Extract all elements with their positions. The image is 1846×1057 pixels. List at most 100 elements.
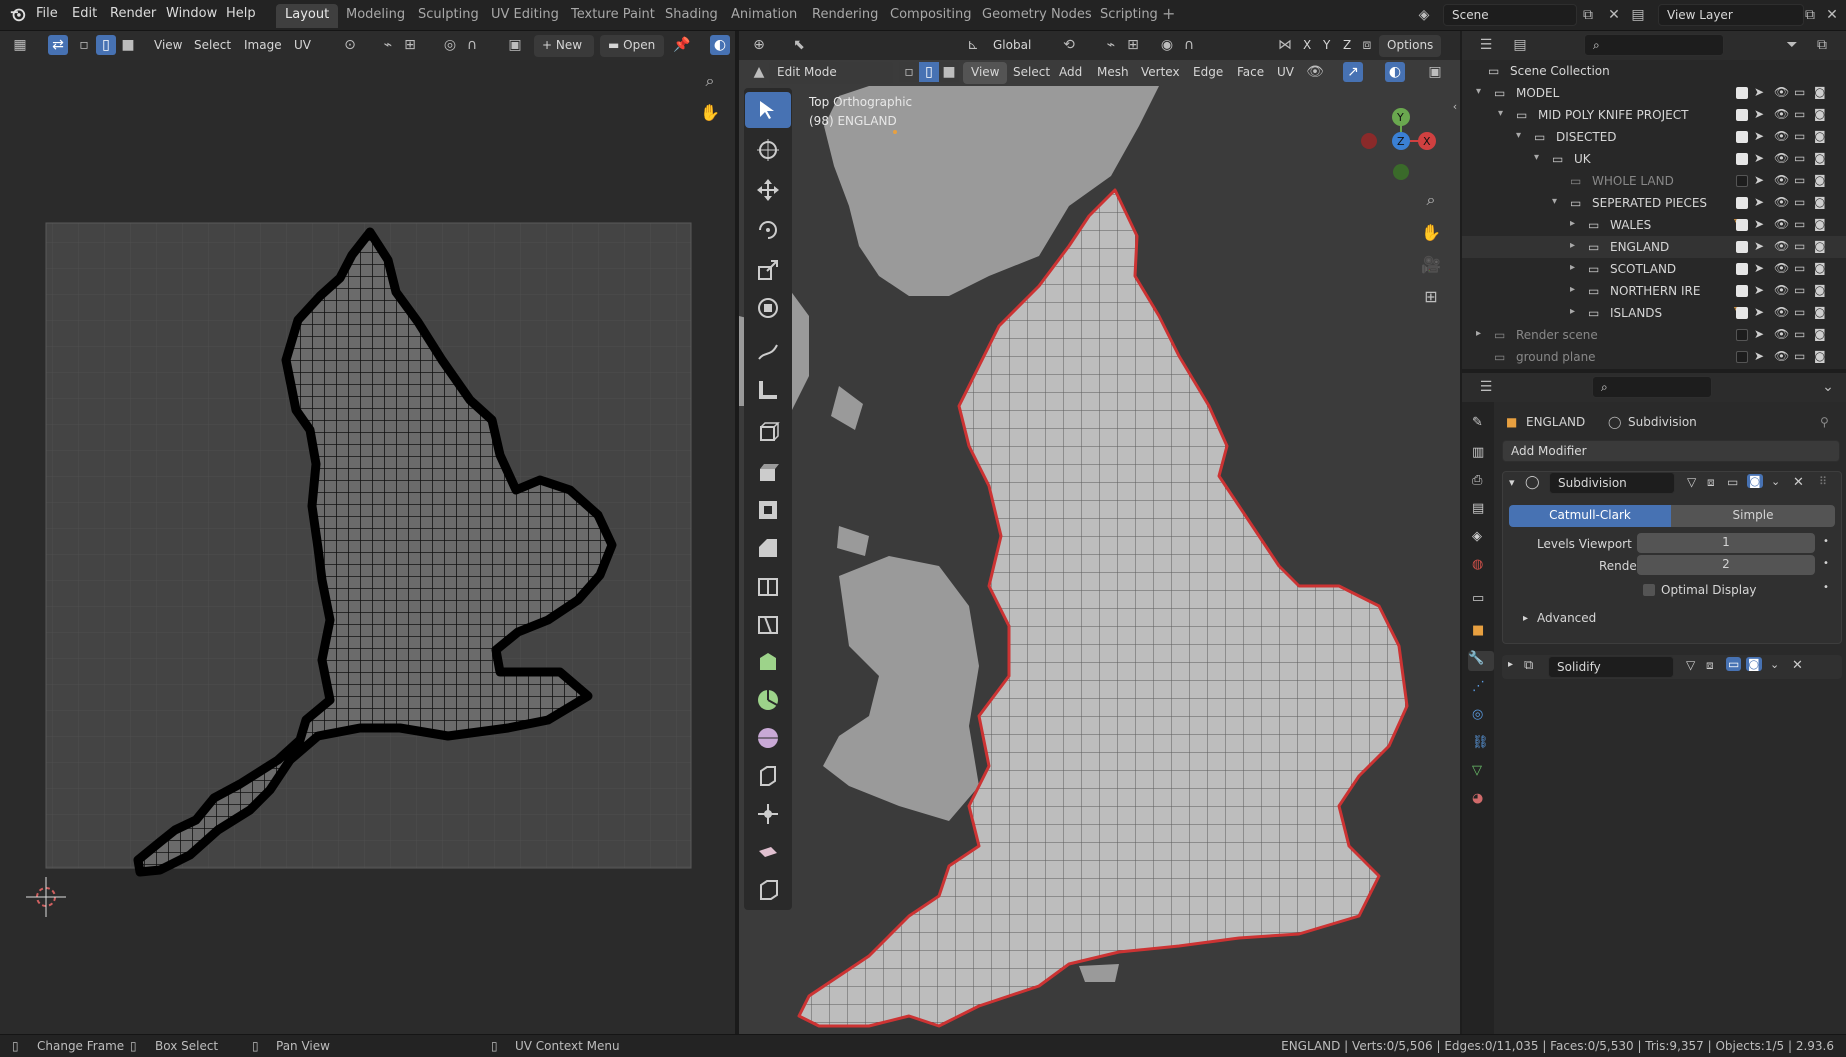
viewport-menu-uv[interactable]: UV (1269, 62, 1302, 84)
monitor-icon[interactable]: ▭ (1794, 327, 1805, 341)
outliner-row[interactable]: ▾ ▭ MODEL ➤ 👁 ▭ ◙ (1462, 82, 1846, 104)
visibility-icon[interactable]: 👁 (1305, 62, 1325, 82)
mirror-z-toggle[interactable]: Z (1335, 35, 1359, 57)
output-tab-icon[interactable]: ⎙ (1472, 473, 1492, 493)
scene-icon[interactable]: ◈ (1414, 5, 1434, 25)
expand-chevron-icon[interactable]: ▸ (1570, 284, 1575, 295)
eye-icon[interactable]: 👁 (1774, 305, 1789, 319)
data-tab-icon[interactable]: ▽ (1472, 763, 1492, 783)
outliner-row[interactable]: ▸ ▭ NORTHERN IRE ➤ 👁 ▭ ◙ (1462, 280, 1846, 302)
selectable-arrow-icon[interactable]: ➤ (1754, 85, 1764, 99)
rotate-tool-icon[interactable] (745, 212, 791, 248)
new-view-layer-icon[interactable]: ⧉ (1800, 5, 1820, 25)
material-tab-icon[interactable]: ◕ (1472, 791, 1492, 811)
tab-scripting[interactable]: Scripting (1091, 4, 1167, 28)
filter-icon[interactable]: ⏷ (1782, 35, 1802, 55)
eye-icon[interactable]: 👁 (1774, 173, 1789, 187)
camera-icon[interactable]: ◙ (1814, 85, 1826, 99)
expand-chevron-icon[interactable]: ▸ (1508, 659, 1513, 670)
exclude-checkbox[interactable] (1736, 351, 1748, 363)
shrink-fatten-tool-icon[interactable] (745, 796, 791, 832)
selectable-arrow-icon[interactable]: ➤ (1754, 305, 1764, 319)
view-layer-icon[interactable]: ▤ (1628, 5, 1648, 25)
tab-sculpting[interactable]: Sculpting (409, 4, 488, 28)
camera-icon[interactable]: ◙ (1814, 129, 1826, 143)
camera-icon[interactable]: ◙ (1814, 173, 1826, 187)
vertex-mode-icon[interactable]: ▫ (899, 62, 919, 82)
menu-edit[interactable]: Edit (72, 6, 97, 21)
monitor-icon[interactable]: ▭ (1794, 85, 1805, 99)
simple-button[interactable]: Simple (1671, 505, 1835, 527)
render-toggle-icon[interactable]: ◙ (1746, 657, 1762, 671)
new-collection-icon[interactable]: ⧉ (1812, 35, 1832, 55)
knife-tool-icon[interactable] (745, 606, 791, 642)
selectable-arrow-icon[interactable]: ➤ (1754, 327, 1764, 341)
selectable-arrow-icon[interactable]: ➤ (1754, 151, 1764, 165)
tab-animation[interactable]: Animation (722, 4, 806, 28)
collapse-chevron-icon[interactable]: ▾ (1509, 476, 1515, 489)
eye-icon[interactable]: 👁 (1774, 217, 1789, 231)
snap-icon[interactable]: ⌁ (378, 35, 398, 55)
auto-merge-icon[interactable]: ⧈ (1357, 35, 1377, 55)
render-tab-icon[interactable]: ▥ (1472, 445, 1492, 465)
outliner-scene-collection[interactable]: ▭ Scene Collection (1462, 60, 1846, 82)
monitor-icon[interactable]: ▭ (1794, 129, 1805, 143)
expand-chevron-icon[interactable]: ▸ (1523, 613, 1528, 624)
exclude-checkbox[interactable] (1736, 109, 1748, 121)
selectable-arrow-icon[interactable]: ➤ (1754, 283, 1764, 297)
menu-help[interactable]: Help (226, 6, 256, 21)
viewport-menu-view[interactable]: View (963, 62, 1008, 84)
physics-tab-icon[interactable]: ◎ (1472, 707, 1492, 727)
uv-menu-select[interactable]: Select (186, 35, 239, 57)
catmull-clark-button[interactable]: Catmull-Clark (1509, 505, 1671, 527)
tab-compositing[interactable]: Compositing (881, 4, 981, 28)
camera-icon[interactable]: ◙ (1814, 261, 1826, 275)
cursor-tool-icon[interactable] (745, 132, 791, 168)
exclude-checkbox[interactable] (1736, 131, 1748, 143)
outliner-row[interactable]: ▭ ground plane ➤ 👁 ▭ ◙ (1462, 346, 1846, 368)
eye-icon[interactable]: 👁 (1774, 261, 1789, 275)
falloff-icon[interactable]: ∩ (462, 35, 482, 55)
new-scene-icon[interactable]: ⧉ (1578, 5, 1598, 25)
cage-toggle-icon[interactable]: ⧈ (1706, 658, 1714, 673)
viewport-menu-vertex[interactable]: Vertex (1133, 62, 1188, 84)
outliner-row[interactable]: ▸▭ISLANDS▽➤👁▭◙ (1462, 302, 1846, 324)
edge-select-icon[interactable]: ▯ (96, 35, 116, 55)
outliner-row[interactable]: ▸▭WALES▽➤👁▭◙ (1462, 214, 1846, 236)
snap-increment-icon[interactable]: ⊞ (1123, 35, 1143, 55)
inset-tool-icon[interactable] (745, 492, 791, 528)
edit-mode-toggle-icon[interactable]: ▽ (1686, 658, 1695, 672)
monitor-icon[interactable]: ▭ (1794, 349, 1805, 363)
modifier-menu-chevron-icon[interactable]: ⌄ (1771, 475, 1780, 488)
outliner-row[interactable]: ▾ ▭ DISECTED ➤ 👁 ▭ ◙ (1462, 126, 1846, 148)
spin-tool-icon[interactable] (745, 682, 791, 718)
face-select-icon[interactable]: ■ (118, 35, 138, 55)
rip-region-tool-icon[interactable] (745, 872, 791, 908)
properties-search-input[interactable]: ⌕ (1592, 376, 1712, 398)
eye-icon[interactable]: 👁 (1774, 151, 1789, 165)
world-tab-icon[interactable]: ◍ (1472, 557, 1492, 577)
add-cube-tool-icon[interactable] (745, 414, 791, 450)
advanced-subpanel[interactable]: Advanced (1537, 611, 1596, 625)
expand-chevron-icon[interactable]: ▾ (1552, 196, 1557, 207)
viewport-canvas[interactable] (739, 86, 1460, 1034)
pin-icon[interactable]: ⚲ (1820, 415, 1829, 429)
constraints-tab-icon[interactable]: ⛓ (1472, 735, 1492, 755)
optimal-display-checkbox[interactable] (1643, 584, 1655, 596)
measure-tool-icon[interactable] (745, 372, 791, 408)
object-tab-icon[interactable]: ■ (1472, 623, 1492, 643)
proportional-falloff-icon[interactable]: ∩ (1179, 35, 1199, 55)
outliner-row[interactable]: ▸ ▭ ENGLAND ➤ 👁 ▭ ◙ (1462, 236, 1846, 258)
menu-window[interactable]: Window (166, 6, 217, 21)
gizmo-toggle-icon[interactable]: ↗ (1343, 62, 1363, 82)
outliner-row[interactable]: ▭ WHOLE LAND ➤ 👁 ▭ ◙ (1462, 170, 1846, 192)
expand-chevron-icon[interactable]: ▾ (1516, 130, 1521, 141)
drag-handle-icon[interactable]: ⠿ (1819, 475, 1827, 488)
camera-icon[interactable]: ◙ (1814, 217, 1826, 231)
viewport-menu-add[interactable]: Add (1051, 62, 1090, 84)
editor-type-icon[interactable]: ▦ (10, 35, 30, 55)
expand-chevron-icon[interactable]: ▸ (1570, 240, 1575, 251)
navigation-gizmo[interactable]: Y Z X (1359, 89, 1443, 189)
pivot-icon[interactable]: ⊙ (340, 35, 360, 55)
viewport-menu-face[interactable]: Face (1229, 62, 1272, 84)
